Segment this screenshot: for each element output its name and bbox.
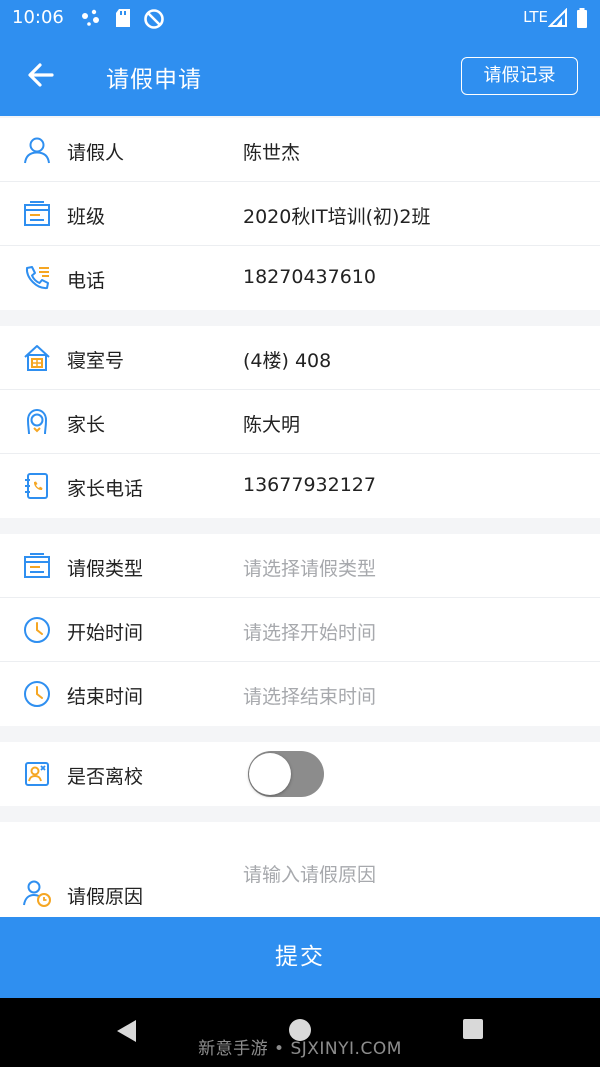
form-row-leave-school: 是否离校 [0, 742, 600, 806]
class-board-icon [24, 201, 50, 226]
sd-card-icon [116, 9, 130, 27]
leave-type-icon [24, 553, 50, 578]
leave-school-icon [25, 762, 49, 786]
field-label: 电话 [67, 270, 106, 292]
dorm-house-icon [24, 345, 50, 371]
field-label: 家长 [67, 414, 106, 436]
field-label: 请假类型 [67, 558, 144, 580]
back-arrow-icon[interactable] [24, 58, 58, 92]
parent-value: 陈大明 [243, 414, 301, 436]
leave-school-toggle[interactable] [248, 751, 324, 797]
dorm-value: (4楼) 408 [243, 350, 332, 372]
field-label: 请假原因 [67, 886, 144, 908]
start-time-picker[interactable]: 请选择开始时间 [243, 618, 376, 645]
assistant-dots-icon [82, 9, 99, 26]
form-row-class: 班级 2020秋IT培训(初)2班 [0, 182, 600, 246]
field-label: 请假人 [67, 142, 125, 164]
person-icon [24, 137, 50, 164]
contact-book-icon [25, 473, 48, 499]
form-row-reason: 请假原因 请输入请假原因 [0, 822, 600, 918]
field-label: 开始时间 [67, 622, 144, 644]
form-row-applicant: 请假人 陈世杰 [0, 118, 600, 182]
clock-icon [24, 681, 50, 707]
student-info-group: 请假人 陈世杰 班级 2020秋IT培训(初)2班 电话 18270437610 [0, 118, 600, 310]
applicant-name-value: 陈世杰 [243, 142, 301, 164]
form-row-dorm: 寝室号 (4楼) 408 [0, 326, 600, 390]
person-clock-icon [23, 880, 51, 907]
family-info-group: 寝室号 (4楼) 408 家长 陈大明 家长电话 13677932127 [0, 326, 600, 518]
data-saver-icon [144, 9, 164, 29]
form-row-parent-phone: 家长电话 13677932127 [0, 454, 600, 518]
leave-type-select[interactable]: 请选择请假类型 [243, 554, 376, 581]
form-row-end-time[interactable]: 结束时间 请选择结束时间 [0, 662, 600, 726]
signal-icon [548, 8, 567, 27]
status-bar: 10:06 LTE [0, 0, 600, 36]
toggle-knob [249, 753, 291, 795]
field-label: 结束时间 [67, 686, 144, 708]
page-title: 请假申请 [106, 67, 202, 93]
field-label: 是否离校 [67, 766, 144, 788]
phone-value: 18270437610 [243, 266, 376, 288]
phone-icon [25, 266, 49, 290]
watermark: 新意手游 • SJXINYI.COM [198, 1039, 402, 1059]
class-value: 2020秋IT培训(初)2班 [243, 206, 431, 228]
form-row-phone: 电话 18270437610 [0, 246, 600, 310]
reason-group: 请假原因 请输入请假原因 [0, 822, 600, 918]
leave-records-button[interactable]: 请假记录 [461, 57, 578, 95]
submit-button[interactable]: 提交 [0, 917, 600, 998]
field-label: 寝室号 [67, 350, 125, 372]
parent-icon [26, 408, 48, 435]
app-header: 请假申请 请假记录 [0, 36, 600, 116]
field-label: 班级 [67, 206, 106, 228]
status-time: 10:06 [12, 7, 64, 28]
form-row-parent: 家长 陈大明 [0, 390, 600, 454]
form-row-leave-type[interactable]: 请假类型 请选择请假类型 [0, 534, 600, 598]
end-time-picker[interactable]: 请选择结束时间 [243, 682, 376, 709]
reason-textarea[interactable]: 请输入请假原因 [243, 860, 376, 887]
network-type: LTE [523, 8, 548, 26]
parent-phone-value: 13677932127 [243, 474, 376, 496]
clock-icon [24, 617, 50, 643]
form-row-start-time[interactable]: 开始时间 请选择开始时间 [0, 598, 600, 662]
field-label: 家长电话 [67, 478, 144, 500]
battery-icon [577, 8, 587, 28]
leave-school-group: 是否离校 [0, 742, 600, 806]
leave-details-group: 请假类型 请选择请假类型 开始时间 请选择开始时间 结束时间 请选择结束时间 [0, 534, 600, 726]
